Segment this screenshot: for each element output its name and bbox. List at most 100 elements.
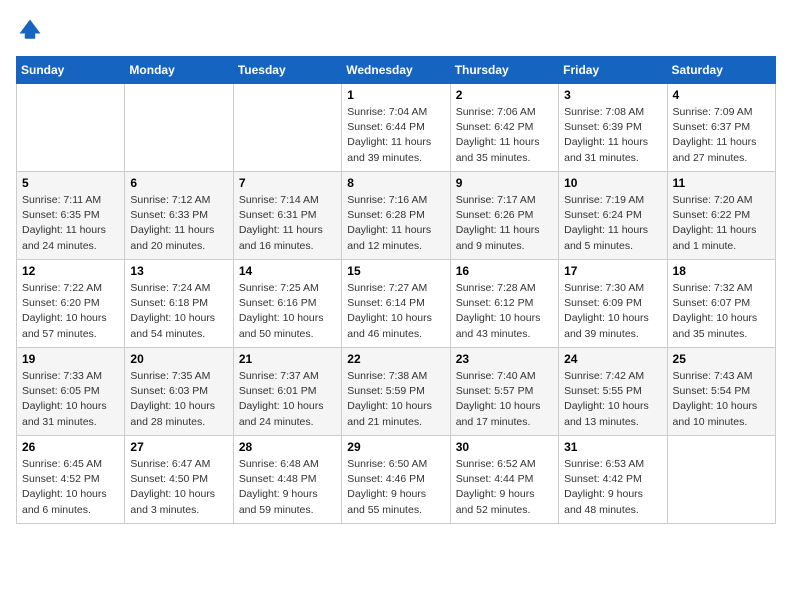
calendar-cell: 20 Sunrise: 7:35 AM Sunset: 6:03 PM Dayli…: [125, 348, 233, 436]
day-number: 20: [130, 352, 227, 366]
day-number: 21: [239, 352, 336, 366]
day-number: 11: [673, 176, 770, 190]
day-info: Sunrise: 7:38 AM Sunset: 5:59 PM Dayligh…: [347, 369, 444, 430]
calendar-cell: 16 Sunrise: 7:28 AM Sunset: 6:12 PM Dayli…: [450, 260, 558, 348]
day-info: Sunrise: 7:42 AM Sunset: 5:55 PM Dayligh…: [564, 369, 661, 430]
day-number: 5: [22, 176, 119, 190]
day-number: 12: [22, 264, 119, 278]
calendar-cell: 30 Sunrise: 6:52 AM Sunset: 4:44 PM Dayli…: [450, 436, 558, 524]
day-number: 22: [347, 352, 444, 366]
day-number: 16: [456, 264, 553, 278]
day-number: 8: [347, 176, 444, 190]
day-info: Sunrise: 7:09 AM Sunset: 6:37 PM Dayligh…: [673, 105, 770, 166]
day-number: 31: [564, 440, 661, 454]
header-cell-saturday: Saturday: [667, 57, 775, 84]
header-cell-wednesday: Wednesday: [342, 57, 450, 84]
calendar-cell: [667, 436, 775, 524]
day-info: Sunrise: 6:53 AM Sunset: 4:42 PM Dayligh…: [564, 457, 661, 518]
day-number: 9: [456, 176, 553, 190]
day-number: 7: [239, 176, 336, 190]
day-info: Sunrise: 7:40 AM Sunset: 5:57 PM Dayligh…: [456, 369, 553, 430]
header-cell-thursday: Thursday: [450, 57, 558, 84]
day-number: 19: [22, 352, 119, 366]
calendar-cell: 9 Sunrise: 7:17 AM Sunset: 6:26 PM Daylig…: [450, 172, 558, 260]
calendar-cell: 12 Sunrise: 7:22 AM Sunset: 6:20 PM Dayli…: [17, 260, 125, 348]
calendar-cell: 3Sunrise: 7:08 AM Sunset: 6:39 PM Daylig…: [559, 84, 667, 172]
day-number: 1: [347, 88, 444, 102]
day-info: Sunrise: 7:12 AM Sunset: 6:33 PM Dayligh…: [130, 193, 227, 254]
day-info: Sunrise: 7:14 AM Sunset: 6:31 PM Dayligh…: [239, 193, 336, 254]
calendar-week-1: 1Sunrise: 7:04 AM Sunset: 6:44 PM Daylig…: [17, 84, 776, 172]
calendar-week-5: 26 Sunrise: 6:45 AM Sunset: 4:52 PM Dayli…: [17, 436, 776, 524]
calendar-cell: 31 Sunrise: 6:53 AM Sunset: 4:42 PM Dayli…: [559, 436, 667, 524]
header-cell-tuesday: Tuesday: [233, 57, 341, 84]
calendar-body: 1Sunrise: 7:04 AM Sunset: 6:44 PM Daylig…: [17, 84, 776, 524]
calendar-cell: 23 Sunrise: 7:40 AM Sunset: 5:57 PM Dayli…: [450, 348, 558, 436]
day-number: 17: [564, 264, 661, 278]
day-info: Sunrise: 7:06 AM Sunset: 6:42 PM Dayligh…: [456, 105, 553, 166]
calendar-cell: 1Sunrise: 7:04 AM Sunset: 6:44 PM Daylig…: [342, 84, 450, 172]
calendar-cell: [125, 84, 233, 172]
calendar-cell: 28 Sunrise: 6:48 AM Sunset: 4:48 PM Dayli…: [233, 436, 341, 524]
day-number: 6: [130, 176, 227, 190]
day-number: 27: [130, 440, 227, 454]
day-info: Sunrise: 7:17 AM Sunset: 6:26 PM Dayligh…: [456, 193, 553, 254]
calendar-cell: 17 Sunrise: 7:30 AM Sunset: 6:09 PM Dayli…: [559, 260, 667, 348]
day-number: 23: [456, 352, 553, 366]
calendar-cell: [17, 84, 125, 172]
day-number: 18: [673, 264, 770, 278]
calendar-cell: 13Sunrise: 7:24 AM Sunset: 6:18 PM Dayli…: [125, 260, 233, 348]
calendar-cell: 29 Sunrise: 6:50 AM Sunset: 4:46 PM Dayli…: [342, 436, 450, 524]
day-number: 29: [347, 440, 444, 454]
day-info: Sunrise: 7:35 AM Sunset: 6:03 PM Dayligh…: [130, 369, 227, 430]
calendar-cell: 22 Sunrise: 7:38 AM Sunset: 5:59 PM Dayli…: [342, 348, 450, 436]
calendar-header: SundayMondayTuesdayWednesdayThursdayFrid…: [17, 57, 776, 84]
logo: [16, 16, 48, 44]
calendar-cell: 2Sunrise: 7:06 AM Sunset: 6:42 PM Daylig…: [450, 84, 558, 172]
day-info: Sunrise: 6:48 AM Sunset: 4:48 PM Dayligh…: [239, 457, 336, 518]
day-number: 30: [456, 440, 553, 454]
day-info: Sunrise: 7:25 AM Sunset: 6:16 PM Dayligh…: [239, 281, 336, 342]
calendar-cell: 26 Sunrise: 6:45 AM Sunset: 4:52 PM Dayli…: [17, 436, 125, 524]
calendar-week-3: 12 Sunrise: 7:22 AM Sunset: 6:20 PM Dayli…: [17, 260, 776, 348]
day-info: Sunrise: 7:30 AM Sunset: 6:09 PM Dayligh…: [564, 281, 661, 342]
calendar-cell: 27 Sunrise: 6:47 AM Sunset: 4:50 PM Dayli…: [125, 436, 233, 524]
day-number: 25: [673, 352, 770, 366]
header-cell-sunday: Sunday: [17, 57, 125, 84]
calendar-cell: 14 Sunrise: 7:25 AM Sunset: 6:16 PM Dayli…: [233, 260, 341, 348]
day-info: Sunrise: 7:43 AM Sunset: 5:54 PM Dayligh…: [673, 369, 770, 430]
day-info: Sunrise: 6:52 AM Sunset: 4:44 PM Dayligh…: [456, 457, 553, 518]
day-number: 10: [564, 176, 661, 190]
calendar-cell: 24 Sunrise: 7:42 AM Sunset: 5:55 PM Dayli…: [559, 348, 667, 436]
day-info: Sunrise: 7:19 AM Sunset: 6:24 PM Dayligh…: [564, 193, 661, 254]
day-info: Sunrise: 7:28 AM Sunset: 6:12 PM Dayligh…: [456, 281, 553, 342]
day-number: 28: [239, 440, 336, 454]
header-cell-monday: Monday: [125, 57, 233, 84]
day-number: 24: [564, 352, 661, 366]
day-number: 26: [22, 440, 119, 454]
day-info: Sunrise: 6:50 AM Sunset: 4:46 PM Dayligh…: [347, 457, 444, 518]
day-info: Sunrise: 7:37 AM Sunset: 6:01 PM Dayligh…: [239, 369, 336, 430]
day-info: Sunrise: 7:08 AM Sunset: 6:39 PM Dayligh…: [564, 105, 661, 166]
calendar-cell: 10 Sunrise: 7:19 AM Sunset: 6:24 PM Dayli…: [559, 172, 667, 260]
calendar-week-2: 5Sunrise: 7:11 AM Sunset: 6:35 PM Daylig…: [17, 172, 776, 260]
day-number: 15: [347, 264, 444, 278]
header-cell-friday: Friday: [559, 57, 667, 84]
day-info: Sunrise: 7:24 AM Sunset: 6:18 PM Dayligh…: [130, 281, 227, 342]
day-info: Sunrise: 6:45 AM Sunset: 4:52 PM Dayligh…: [22, 457, 119, 518]
calendar-cell: 7 Sunrise: 7:14 AM Sunset: 6:31 PM Daylig…: [233, 172, 341, 260]
calendar-cell: 18 Sunrise: 7:32 AM Sunset: 6:07 PM Dayli…: [667, 260, 775, 348]
logo-icon: [16, 16, 44, 44]
calendar-cell: 8Sunrise: 7:16 AM Sunset: 6:28 PM Daylig…: [342, 172, 450, 260]
day-info: Sunrise: 7:32 AM Sunset: 6:07 PM Dayligh…: [673, 281, 770, 342]
calendar-cell: 6 Sunrise: 7:12 AM Sunset: 6:33 PM Daylig…: [125, 172, 233, 260]
day-number: 14: [239, 264, 336, 278]
day-info: Sunrise: 6:47 AM Sunset: 4:50 PM Dayligh…: [130, 457, 227, 518]
calendar-table: SundayMondayTuesdayWednesdayThursdayFrid…: [16, 56, 776, 524]
calendar-cell: 21 Sunrise: 7:37 AM Sunset: 6:01 PM Dayli…: [233, 348, 341, 436]
page-header: [16, 16, 776, 44]
header-row: SundayMondayTuesdayWednesdayThursdayFrid…: [17, 57, 776, 84]
calendar-cell: 15Sunrise: 7:27 AM Sunset: 6:14 PM Dayli…: [342, 260, 450, 348]
day-info: Sunrise: 7:22 AM Sunset: 6:20 PM Dayligh…: [22, 281, 119, 342]
day-info: Sunrise: 7:33 AM Sunset: 6:05 PM Dayligh…: [22, 369, 119, 430]
